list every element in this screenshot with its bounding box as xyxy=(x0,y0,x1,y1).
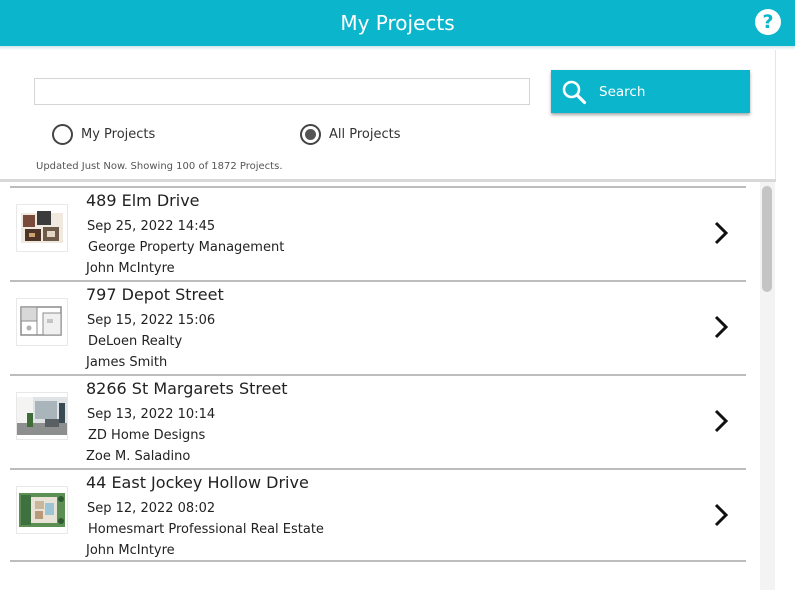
status-text: Updated Just Now. Showing 100 of 1872 Pr… xyxy=(36,161,283,172)
search-button[interactable]: Search xyxy=(551,70,750,113)
list-item[interactable]: 8266 St Margarets Street Sep 13, 2022 10… xyxy=(10,374,746,468)
search-panel: Search My Projects All Projects Updated … xyxy=(0,50,775,180)
panel-border xyxy=(775,50,776,180)
project-company: DeLoen Realty xyxy=(88,334,183,349)
project-company: George Property Management xyxy=(88,240,285,255)
project-date: Sep 12, 2022 08:02 xyxy=(87,501,216,516)
chevron-right-icon xyxy=(714,221,729,245)
interior-room-photo-icon xyxy=(16,392,68,440)
radio-my-projects[interactable]: My Projects xyxy=(52,124,155,145)
project-title: 8266 St Margarets Street xyxy=(86,379,288,398)
search-input[interactable] xyxy=(34,78,530,105)
search-icon xyxy=(562,80,587,104)
scrollbar-thumb[interactable] xyxy=(762,186,772,292)
radio-all-projects[interactable]: All Projects xyxy=(300,124,401,145)
project-person: John McIntyre xyxy=(86,261,175,276)
radio-all-projects-label: All Projects xyxy=(329,127,401,142)
chevron-right-icon xyxy=(714,315,729,339)
list-scrollbar[interactable] xyxy=(760,182,775,590)
search-button-label: Search xyxy=(599,83,646,100)
panel-divider xyxy=(0,179,776,182)
project-date: Sep 25, 2022 14:45 xyxy=(87,219,216,234)
page-title: My Projects xyxy=(340,11,455,35)
project-company: Homesmart Professional Real Estate xyxy=(88,522,324,537)
site-plan-green-icon xyxy=(16,486,68,534)
project-title: 489 Elm Drive xyxy=(86,191,200,210)
list-item[interactable]: 797 Depot Street Sep 15, 2022 15:06 DeLo… xyxy=(10,280,746,374)
app-header: My Projects ? xyxy=(0,0,795,46)
floor-plan-3d-dark-icon xyxy=(16,204,68,252)
radio-my-projects-label: My Projects xyxy=(81,127,156,142)
floor-plan-2d-gray-icon xyxy=(16,298,68,346)
radio-unselected-icon xyxy=(52,124,73,145)
project-title: 797 Depot Street xyxy=(86,285,224,304)
chevron-right-icon xyxy=(714,409,729,433)
project-person: Zoe M. Saladino xyxy=(86,449,191,464)
project-person: James Smith xyxy=(86,355,168,370)
project-company: ZD Home Designs xyxy=(88,428,206,443)
project-date: Sep 13, 2022 10:14 xyxy=(87,407,216,422)
help-button[interactable]: ? xyxy=(755,9,781,35)
project-date: Sep 15, 2022 15:06 xyxy=(87,313,216,328)
project-person: John McIntyre xyxy=(86,543,175,558)
list-item[interactable]: 44 East Jockey Hollow Drive Sep 12, 2022… xyxy=(10,468,746,562)
project-title: 44 East Jockey Hollow Drive xyxy=(86,473,309,492)
radio-selected-icon xyxy=(300,124,321,145)
list-item[interactable]: 489 Elm Drive Sep 25, 2022 14:45 George … xyxy=(10,186,746,280)
chevron-right-icon xyxy=(714,503,729,527)
question-mark-icon: ? xyxy=(762,11,774,33)
